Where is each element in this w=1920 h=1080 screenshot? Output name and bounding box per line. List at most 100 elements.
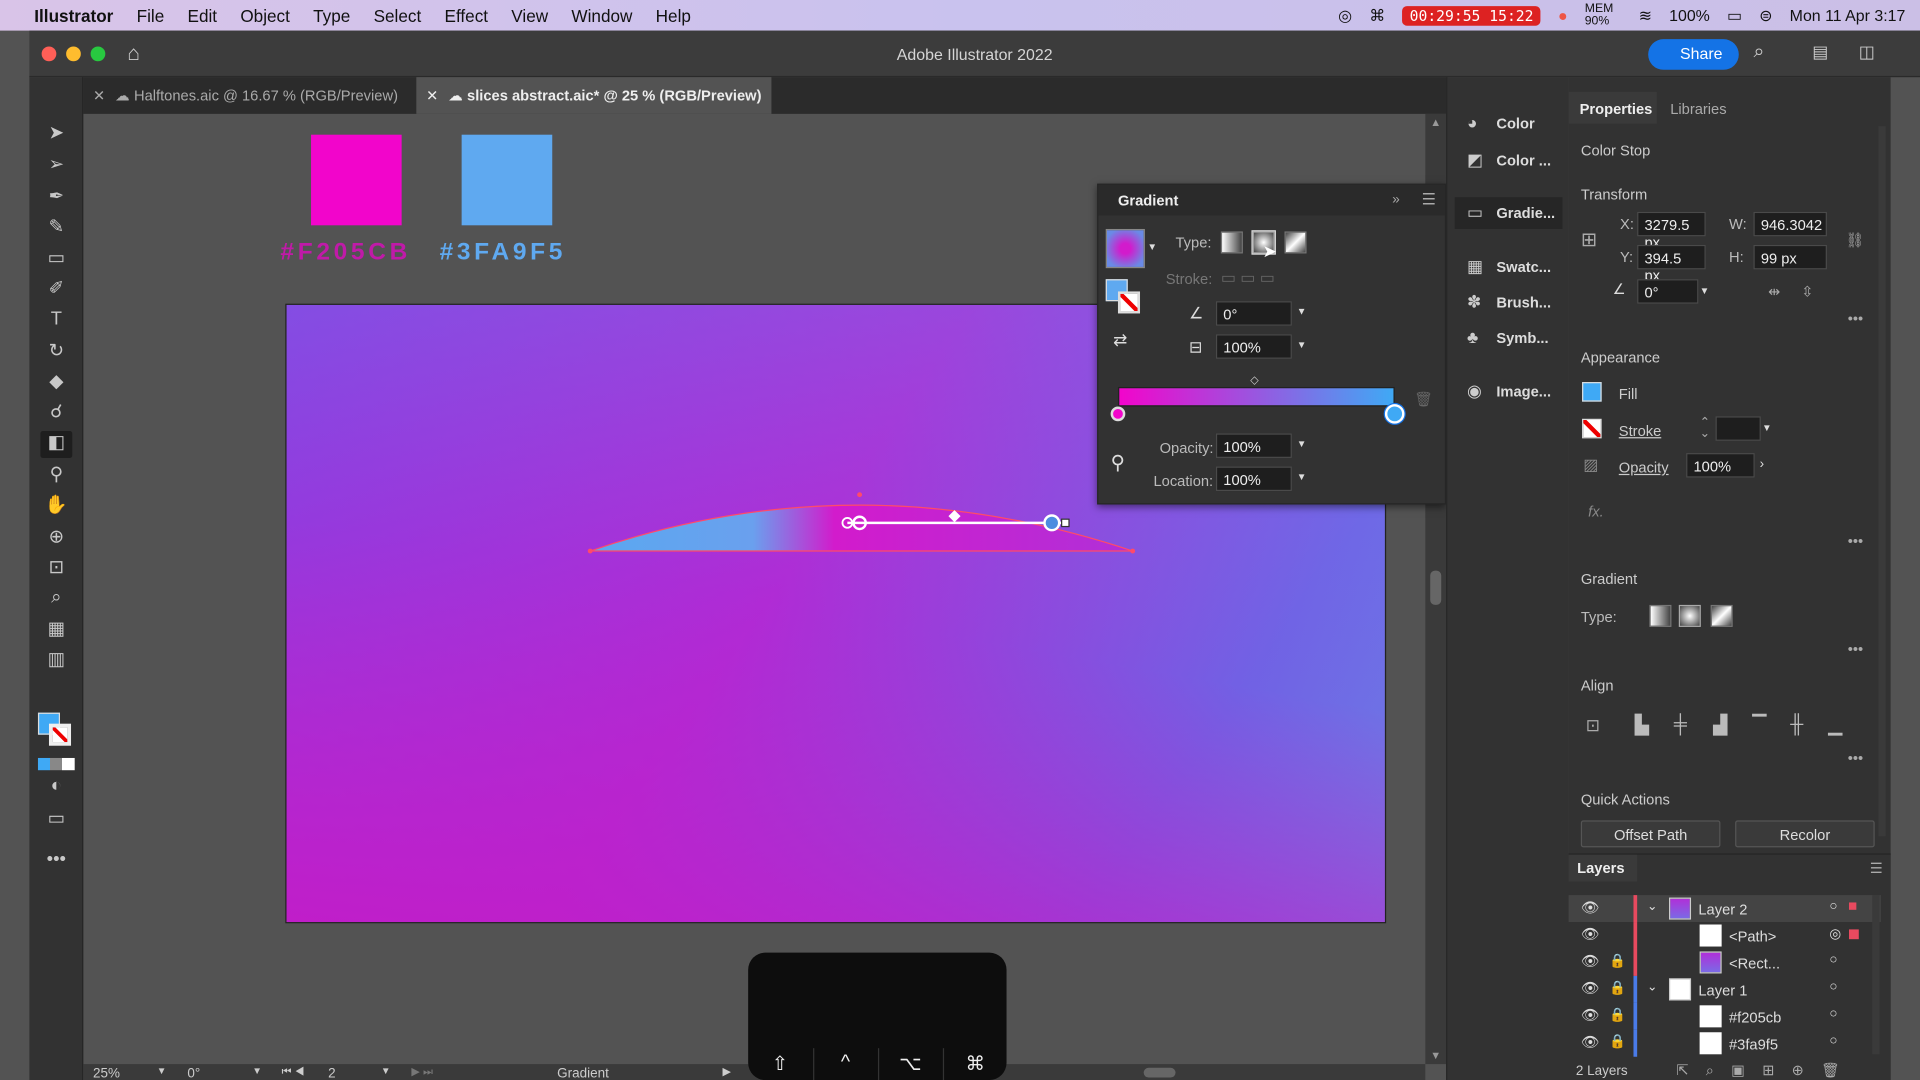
color-wheel-icon[interactable]: ● <box>1558 6 1568 24</box>
scrollbar-thumb[interactable] <box>1430 570 1442 605</box>
opacity-arrow-icon[interactable]: › <box>1760 457 1764 472</box>
menu-type[interactable]: Type <box>313 6 350 26</box>
dock-symbols[interactable]: ♣ Symb... <box>1455 322 1563 354</box>
opacity-input[interactable]: 100% <box>1686 453 1755 478</box>
align-bottom-icon[interactable]: ▁ <box>1828 714 1842 736</box>
zoom-level[interactable]: 25% <box>93 1067 120 1080</box>
panel-menu-icon[interactable]: ☰ <box>1422 190 1436 210</box>
linear-gradient-button[interactable] <box>1220 231 1243 254</box>
search-icon[interactable]: ⌕ <box>1753 42 1764 64</box>
battery-icon[interactable]: ▭ <box>1727 6 1742 26</box>
layers-tab[interactable]: Layers <box>1568 854 1638 882</box>
eyedropper-tool-icon[interactable]: ⚲ <box>40 463 72 490</box>
rectangle-tool-icon[interactable]: ▭ <box>40 246 72 273</box>
recording-timer[interactable]: 00:29:55 15:22 <box>1402 5 1541 26</box>
menu-file[interactable]: File <box>137 6 165 26</box>
gradient-preset-dropdown-icon[interactable]: ▼ <box>1147 241 1157 252</box>
layers-footer-icons[interactable]: ⇱⌕▣⊞⊕🗑 <box>1676 1062 1857 1080</box>
dock-gradient[interactable]: ▭ Gradie... <box>1454 197 1563 229</box>
stroke-color-swatch[interactable] <box>1582 418 1602 439</box>
reverse-gradient-icon[interactable]: ⇄ <box>1113 329 1127 350</box>
direct-selection-tool-icon[interactable]: ➢ <box>40 153 72 180</box>
more-options-icon[interactable]: ••• <box>1848 533 1863 550</box>
zoom-tool-icon[interactable]: ⌕ <box>40 587 72 614</box>
selected-path[interactable] <box>576 484 1152 564</box>
gradient-slider-bar[interactable] <box>1117 386 1395 407</box>
puppet-warp-tool-icon[interactable]: ✋ <box>40 493 72 520</box>
color-mode-icons[interactable] <box>37 757 75 771</box>
layer-row-path[interactable]: 👁 <Path> ◎ <box>1569 922 1881 949</box>
align-horizontal-center-icon[interactable]: ╪ <box>1674 714 1687 735</box>
angle-input[interactable]: 0° <box>1215 301 1292 326</box>
menu-object[interactable]: Object <box>240 6 290 26</box>
opacity-label[interactable]: Opacity <box>1619 459 1669 476</box>
midpoint-diamond-icon[interactable]: ◇ <box>1250 373 1258 386</box>
target-circle-icon[interactable]: ○ <box>1829 980 1837 995</box>
layer-row-f205cb[interactable]: 👁 🔒 #f205cb ○ <box>1569 1002 1881 1030</box>
shape-builder-tool-icon[interactable]: ⊕ <box>40 525 72 552</box>
visibility-eye-icon[interactable]: 👁 <box>1581 980 1600 997</box>
swatch-magenta[interactable] <box>311 134 402 226</box>
x-input[interactable]: 3279.5 px <box>1637 211 1706 251</box>
menubar-clock[interactable]: Mon 11 Apr 3:17 <box>1790 6 1906 24</box>
eyedropper-icon[interactable]: ⚲ <box>1111 451 1125 475</box>
opacity-input[interactable]: 100% <box>1215 433 1292 458</box>
stroke-weight-stepper[interactable]: ⌃ ⌄ <box>1700 417 1710 440</box>
rotation-value[interactable]: 0° <box>187 1067 200 1080</box>
linear-type-button[interactable] <box>1649 604 1672 627</box>
scrollbar-down-icon[interactable]: ▼ <box>1430 1049 1441 1061</box>
target-circle-icon[interactable]: ○ <box>1829 953 1837 968</box>
stroke-swatch-mini[interactable] <box>1117 291 1141 314</box>
stroke-weight-input[interactable] <box>1715 416 1761 441</box>
rotate-tool-icon[interactable]: ↻ <box>40 339 72 366</box>
visibility-eye-icon[interactable]: 👁 <box>1581 1007 1600 1024</box>
menu-edit[interactable]: Edit <box>188 6 218 26</box>
fx-button[interactable]: fx. <box>1588 503 1604 520</box>
selection-square-icon[interactable] <box>1848 929 1859 940</box>
zoom-dropdown-icon[interactable]: ▼ <box>157 1065 167 1076</box>
menu-app-name[interactable]: Illustrator <box>34 6 113 26</box>
dock-color[interactable]: ◕ Color <box>1455 108 1563 140</box>
visibility-eye-icon[interactable]: 👁 <box>1581 899 1600 916</box>
visibility-eye-icon[interactable]: 👁 <box>1581 953 1600 970</box>
close-tab-icon[interactable]: ✕ <box>93 87 105 104</box>
lock-icon[interactable]: 🔒 <box>1609 980 1626 996</box>
artboard-tool-icon[interactable]: ⊡ <box>40 556 72 583</box>
artboard-dropdown-icon[interactable]: ▼ <box>381 1065 391 1076</box>
more-options-icon[interactable]: ••• <box>1848 310 1863 327</box>
flip-vertical-icon[interactable]: ⇳ <box>1801 283 1813 300</box>
more-tools-icon[interactable]: ••• <box>40 849 72 876</box>
control-center-icon[interactable]: ⊜ <box>1759 6 1772 26</box>
tab-libraries[interactable]: Libraries <box>1670 100 1726 117</box>
dock-brushes[interactable]: ✽ Brush... <box>1455 287 1563 319</box>
menu-window[interactable]: Window <box>571 6 632 26</box>
stroke-swatch[interactable] <box>48 723 72 746</box>
expand-layer-icon[interactable]: ⌄ <box>1647 900 1657 913</box>
workspace-switcher-icon[interactable]: ◫ <box>1859 42 1875 63</box>
align-vertical-center-icon[interactable]: ╫ <box>1790 714 1803 735</box>
share-button[interactable]: Share <box>1648 39 1739 70</box>
gradient-preview-swatch[interactable] <box>1105 228 1145 269</box>
location-dropdown-icon[interactable]: ▼ <box>1297 471 1307 482</box>
align-left-icon[interactable]: ▙ <box>1635 714 1649 736</box>
layer-row-3fa9f5[interactable]: 👁 🔒 #3fa9f5 ○ <box>1569 1029 1881 1057</box>
constrain-proportions-icon[interactable]: ⛓ <box>1845 231 1864 248</box>
dock-image-trace[interactable]: ◉ Image... <box>1455 376 1563 408</box>
selection-square-icon[interactable] <box>1848 902 1857 910</box>
layers-menu-icon[interactable]: ☰ <box>1870 860 1883 877</box>
artboard-nav-icons[interactable]: ⏮ ◀ <box>282 1065 305 1078</box>
dock-swatches[interactable]: ▦ Swatc... <box>1455 251 1563 283</box>
close-tab-icon[interactable]: ✕ <box>426 87 438 104</box>
radial-type-button[interactable] <box>1678 604 1701 627</box>
tab-halftones[interactable]: ✕ ☁ Halftones.aic @ 16.67 % (RGB/Preview) <box>83 77 416 114</box>
visibility-eye-icon[interactable]: 👁 <box>1581 1033 1600 1050</box>
status-menu-icon[interactable]: ▶ <box>722 1065 730 1078</box>
paintbrush-tool-icon[interactable]: ✐ <box>40 277 72 304</box>
w-input[interactable]: 946.3042 <box>1753 211 1827 237</box>
target-circle-icon[interactable]: ○ <box>1829 1007 1837 1022</box>
screen-mode-icon[interactable]: ▭ <box>40 807 72 834</box>
target-circle-icon[interactable]: ○ <box>1829 1033 1837 1048</box>
menu-view[interactable]: View <box>511 6 548 26</box>
recolor-button[interactable]: Recolor <box>1735 820 1875 848</box>
horizontal-scrollbar-thumb[interactable] <box>1143 1067 1176 1078</box>
